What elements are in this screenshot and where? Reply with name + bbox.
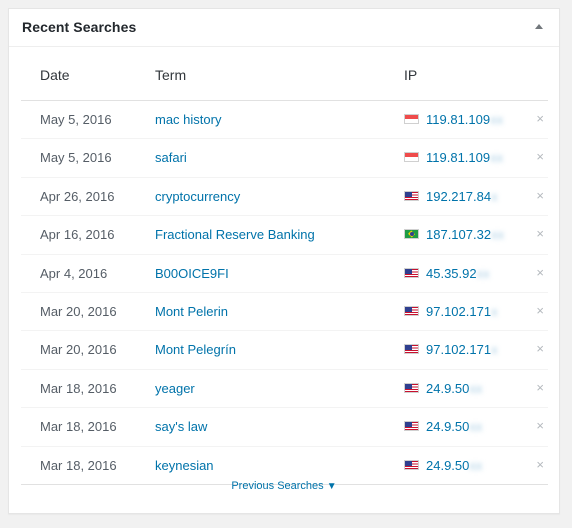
ip-address-link[interactable]: 24.9.50xx <box>426 419 482 434</box>
row-date: Apr 16, 2016 <box>40 227 115 243</box>
table-row: May 5, 2016 mac history 119.81.109xx × <box>21 101 548 140</box>
widget-header: Recent Searches <box>9 9 559 47</box>
ip-address-text: 97.102.171 <box>426 303 492 319</box>
table-row: Mar 20, 2016 Mont Pelegrín 97.102.171x × <box>21 331 548 370</box>
ip-address-text: 24.9.50 <box>426 457 470 473</box>
search-term-link[interactable]: safari <box>155 150 187 165</box>
row-date: Mar 18, 2016 <box>40 419 117 435</box>
remove-icon[interactable]: × <box>536 457 544 472</box>
ip-redacted-octet: xx <box>491 227 505 243</box>
ip-redacted-octet: x <box>491 303 498 319</box>
brazil-flag-icon <box>404 229 419 240</box>
singapore-flag-icon <box>404 152 419 163</box>
us-flag-icon <box>404 267 419 278</box>
ip-address-link[interactable]: 45.35.92xx <box>426 266 490 281</box>
table-row: May 5, 2016 safari 119.81.109xx × <box>21 139 548 178</box>
ip-address-link[interactable]: 119.81.109xx <box>426 150 503 165</box>
search-term-link[interactable]: Mont Pelerin <box>155 304 228 319</box>
us-flag-icon <box>404 305 419 316</box>
recent-searches-widget: Recent Searches Date Term IP May 5, 2016… <box>8 8 560 514</box>
ip-redacted-octet: xx <box>469 380 483 396</box>
previous-searches-link[interactable]: Previous Searches ▼ <box>9 480 559 492</box>
searches-table: Date Term IP May 5, 2016 mac history 119.8… <box>21 65 548 485</box>
remove-icon[interactable]: × <box>536 303 544 318</box>
ip-address-link[interactable]: 97.102.171x <box>426 304 498 319</box>
us-flag-icon <box>404 459 419 470</box>
remove-icon[interactable]: × <box>536 111 544 126</box>
collapse-toggle-icon[interactable] <box>535 24 543 29</box>
search-term-link[interactable]: mac history <box>155 112 221 127</box>
table-row: Apr 4, 2016 B00OICE9FI 45.35.92xx × <box>21 255 548 293</box>
row-date: Apr 4, 2016 <box>40 265 108 281</box>
ip-address-link[interactable]: 187.107.32xx <box>426 227 504 242</box>
remove-icon[interactable]: × <box>536 380 544 395</box>
remove-icon[interactable]: × <box>536 149 544 164</box>
us-flag-icon <box>404 421 419 432</box>
ip-redacted-octet: x <box>491 342 498 358</box>
column-header-date: Date <box>40 67 70 83</box>
column-header-ip: IP <box>404 67 418 83</box>
row-date: May 5, 2016 <box>40 112 112 127</box>
ip-redacted-octet: xx <box>490 112 504 127</box>
search-term-link[interactable]: keynesian <box>155 458 214 473</box>
us-flag-icon <box>404 190 419 201</box>
ip-address-link[interactable]: 24.9.50xx <box>426 381 482 396</box>
ip-redacted-octet: xx <box>469 457 483 473</box>
remove-icon[interactable]: × <box>536 265 544 280</box>
search-term-link[interactable]: Fractional Reserve Banking <box>155 227 315 242</box>
table-row: Mar 20, 2016 Mont Pelerin 97.102.171x × <box>21 293 548 332</box>
ip-redacted-octet: xx <box>476 265 490 281</box>
row-date: Mar 20, 2016 <box>40 303 117 319</box>
ip-redacted-octet: xx <box>490 150 504 166</box>
table-row: Apr 26, 2016 cryptocurrency 192.217.84x × <box>21 178 548 217</box>
table-header: Date Term IP <box>21 65 548 101</box>
ip-address-text: 97.102.171 <box>426 342 492 358</box>
table-row: Apr 16, 2016 Fractional Reserve Banking 18… <box>21 216 548 255</box>
row-date: Mar 18, 2016 <box>40 380 117 396</box>
row-date: Apr 26, 2016 <box>40 188 115 204</box>
table-body: May 5, 2016 mac history 119.81.109xx × May 5… <box>21 101 548 485</box>
ip-address-text: 119.81.109 <box>426 112 491 127</box>
us-flag-icon <box>404 382 419 393</box>
column-header-term: Term <box>155 67 187 83</box>
us-flag-icon <box>404 344 419 355</box>
ip-redacted-octet: xx <box>469 419 483 435</box>
row-date: May 5, 2016 <box>40 150 112 166</box>
remove-icon[interactable]: × <box>536 188 544 203</box>
chevron-down-icon: ▼ <box>326 481 337 492</box>
search-term-link[interactable]: Mont Pelegrín <box>155 342 236 357</box>
widget-title: Recent Searches <box>22 19 137 35</box>
row-date: Mar 20, 2016 <box>40 342 117 358</box>
table-row: Mar 18, 2016 say's law 24.9.50xx × <box>21 408 548 447</box>
remove-icon[interactable]: × <box>536 418 544 433</box>
ip-address-link[interactable]: 119.81.109xx <box>426 112 503 127</box>
remove-icon[interactable]: × <box>536 226 544 241</box>
search-term-link[interactable]: say's law <box>155 419 207 434</box>
search-term-link[interactable]: yeager <box>155 381 195 396</box>
ip-address-text: 119.81.109 <box>426 150 491 166</box>
remove-icon[interactable]: × <box>536 341 544 356</box>
ip-address-link[interactable]: 24.9.50xx <box>426 458 482 473</box>
ip-address-link[interactable]: 192.217.84x <box>426 189 498 204</box>
ip-address-text: 24.9.50 <box>426 380 470 396</box>
ip-redacted-octet: x <box>491 188 498 204</box>
ip-address-text: 45.35.92 <box>426 265 477 281</box>
table-row: Mar 18, 2016 yeager 24.9.50xx × <box>21 370 548 409</box>
ip-address-text: 24.9.50 <box>426 419 470 435</box>
ip-address-text: 187.107.32 <box>426 227 492 243</box>
previous-searches-label: Previous Searches <box>231 480 324 492</box>
ip-address-text: 192.217.84 <box>426 188 492 204</box>
singapore-flag-icon <box>404 114 419 124</box>
row-date: Mar 18, 2016 <box>40 457 117 473</box>
search-term-link[interactable]: cryptocurrency <box>155 189 240 204</box>
ip-address-link[interactable]: 97.102.171x <box>426 342 498 357</box>
search-term-link[interactable]: B00OICE9FI <box>155 266 229 281</box>
